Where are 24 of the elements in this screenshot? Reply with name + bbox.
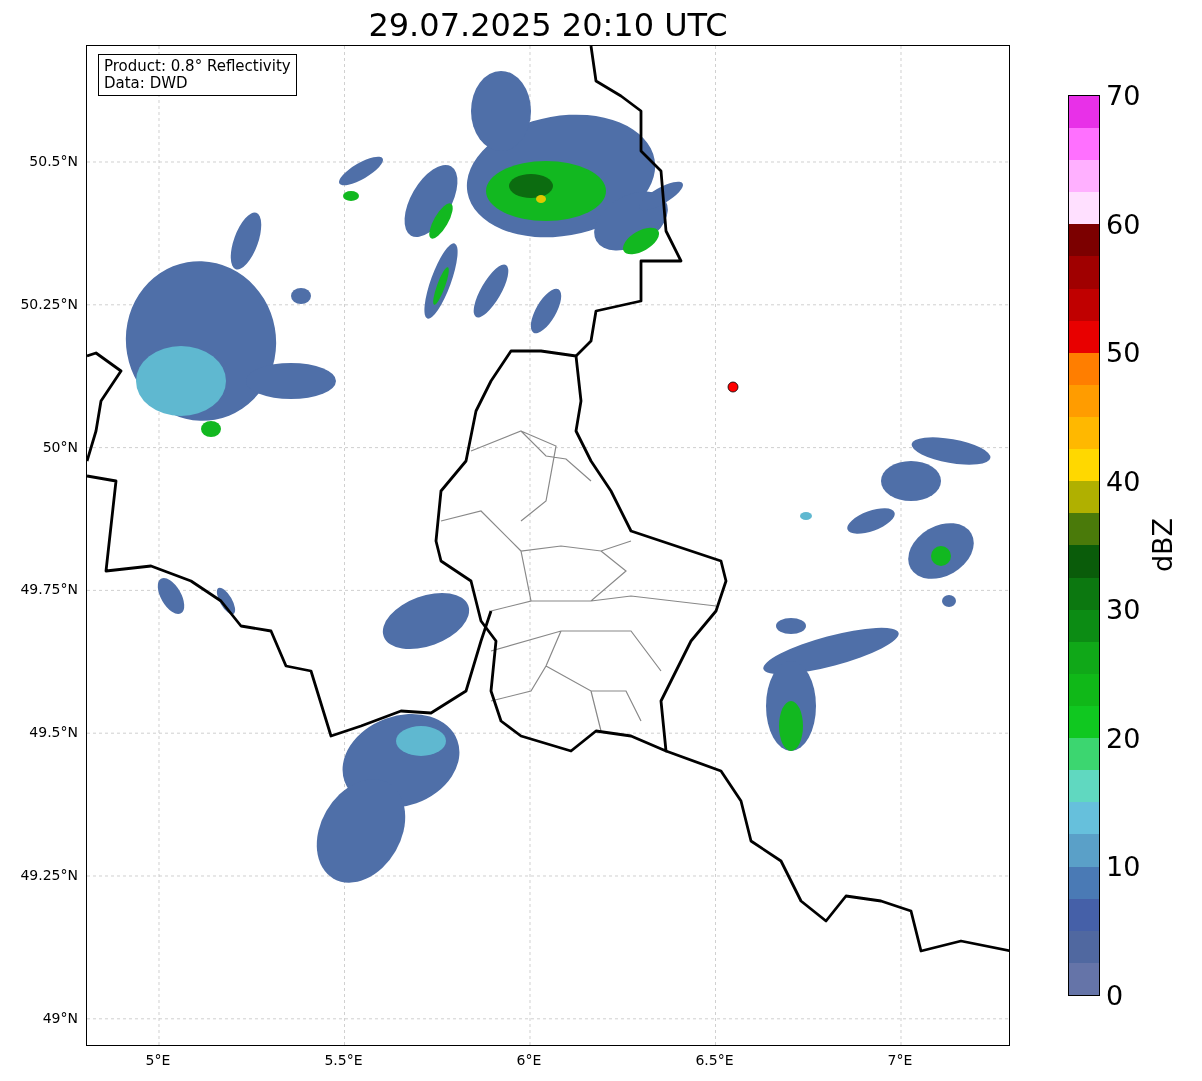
- latitude-label: 49.75°N: [20, 581, 78, 598]
- scale-label: 70: [1106, 81, 1141, 109]
- scale-label: 60: [1106, 210, 1141, 238]
- chart-title: 29.07.2025 20:10 UTC: [367, 5, 729, 45]
- longitude-label: 6.5°E: [695, 1052, 734, 1068]
- longitude-label: 6°E: [516, 1052, 542, 1068]
- scale-label: 20: [1106, 724, 1141, 752]
- scale-label: 50: [1106, 338, 1141, 366]
- scale-unit-label: dBZ: [1146, 517, 1178, 573]
- legend-text: Product: 0.8° Reflectivity: [104, 58, 291, 75]
- latitude-label: 49°N: [42, 1009, 78, 1026]
- latitude-label: 50.25°N: [20, 295, 78, 312]
- scale-label: 10: [1106, 852, 1141, 880]
- longitude-label: 5°E: [145, 1052, 171, 1068]
- longitude-label: 7°E: [887, 1052, 913, 1068]
- scale-label: 30: [1106, 595, 1141, 623]
- latitude-label: 49.5°N: [29, 724, 78, 741]
- legend-text: Data: DWD: [104, 75, 189, 92]
- scale-label: 0: [1106, 981, 1124, 1009]
- scale-label: 40: [1106, 467, 1141, 495]
- latitude-label: 49.25°N: [20, 867, 78, 883]
- latitude-label: 50°N: [42, 438, 78, 455]
- latitude-label: 50.5°N: [29, 153, 78, 169]
- longitude-label: 5.5°E: [324, 1052, 363, 1068]
